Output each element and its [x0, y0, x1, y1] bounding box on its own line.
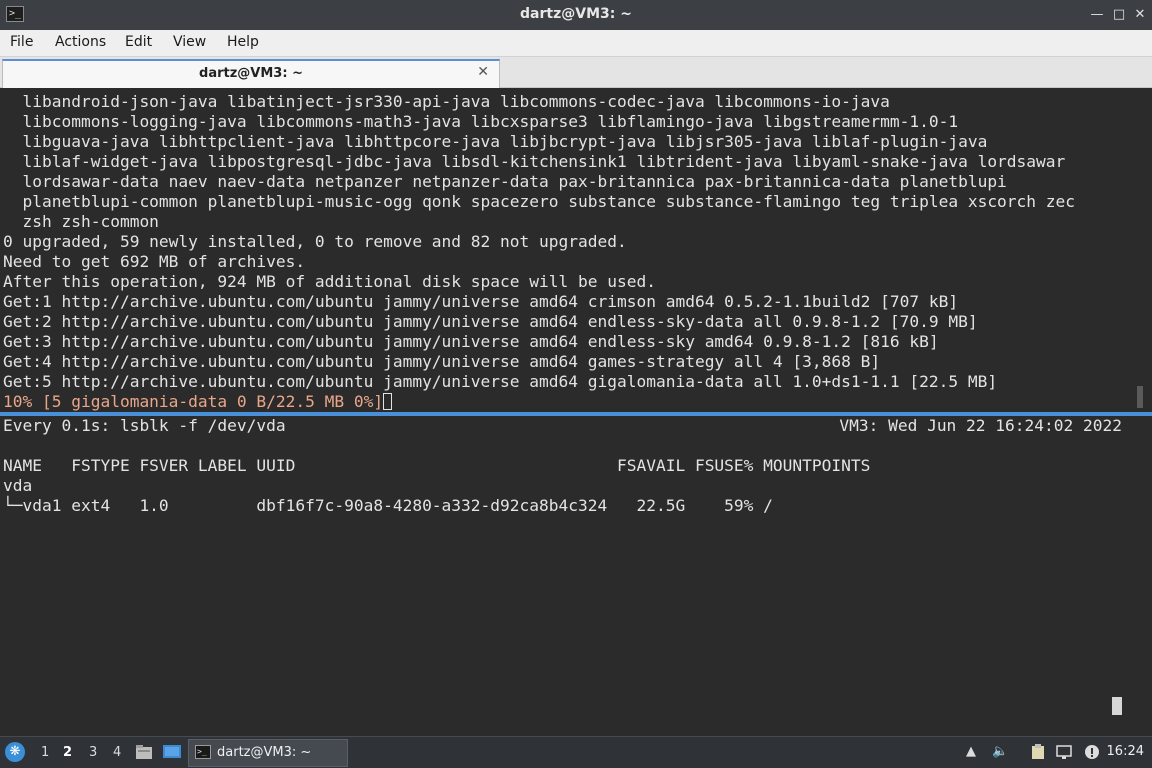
title-bar: >_ dartz@VM3: ~ — □ ✕ — [0, 0, 1152, 30]
terminal-line: Get:1 http://archive.ubuntu.com/ubuntu j… — [3, 292, 959, 311]
volume-icon[interactable]: 🔈 — [992, 744, 1008, 760]
tab-close-icon[interactable]: ✕ — [477, 64, 489, 80]
workspace-2[interactable]: 2 — [63, 745, 72, 760]
terminal-line: 0 upgraded, 59 newly installed, 0 to rem… — [3, 232, 627, 251]
menu-view[interactable]: View — [171, 34, 208, 50]
watch-command: Every 0.1s: lsblk -f /dev/vda — [3, 416, 286, 435]
menu-bar: File Actions Edit View Help — [0, 30, 1152, 57]
watch-host-time: VM3: Wed Jun 22 16:24:02 2022 — [839, 416, 1122, 435]
lsblk-row: vda — [3, 476, 33, 495]
lsblk-header: NAME FSTYPE FSVER LABEL UUID FSAVAIL FSU… — [3, 456, 871, 475]
menu-actions[interactable]: Actions — [53, 34, 108, 50]
tab-terminal[interactable]: dartz@VM3: ~ ✕ — [2, 59, 500, 88]
workspace-3[interactable]: 3 — [89, 745, 97, 760]
terminal-cursor — [383, 393, 393, 410]
menu-help[interactable]: Help — [225, 34, 261, 50]
terminal-cursor — [1112, 697, 1122, 715]
start-menu-icon[interactable]: ❋ — [5, 742, 25, 762]
terminal-line: After this operation, 924 MB of addition… — [3, 272, 656, 291]
menu-file[interactable]: File — [8, 34, 35, 50]
minimize-icon[interactable]: — — [1088, 6, 1106, 24]
upload-icon[interactable]: ▲ — [963, 744, 979, 760]
terminal-line: libandroid-json-java libatinject-jsr330-… — [3, 92, 890, 111]
terminal-line: Get:4 http://archive.ubuntu.com/ubuntu j… — [3, 352, 881, 371]
tab-label: dartz@VM3: ~ — [199, 66, 303, 81]
terminal-pane-bottom[interactable]: Every 0.1s: lsblk -f /dev/vda VM3: Wed J… — [0, 414, 1152, 736]
terminal-pane-top[interactable]: libandroid-json-java libatinject-jsr330-… — [0, 88, 1152, 412]
desktop-icon[interactable] — [163, 744, 181, 760]
taskbar: ❋ 1 2 3 4 >_ dartz@VM3: ~ ▲ 🔈 16:24 — [0, 736, 1152, 768]
terminal-line: libguava-java libhttpclient-java libhttp… — [3, 132, 988, 151]
terminal-line: planetblupi-common planetblupi-music-ogg… — [3, 192, 1076, 211]
taskbar-terminal-button[interactable]: >_ dartz@VM3: ~ — [188, 739, 348, 767]
terminal-line: Get:3 http://archive.ubuntu.com/ubuntu j… — [3, 332, 939, 351]
terminal-line: libcommons-logging-java libcommons-math3… — [3, 112, 959, 131]
tab-bar: dartz@VM3: ~ ✕ — [0, 57, 1152, 88]
window-title: dartz@VM3: ~ — [520, 6, 632, 22]
task-label: dartz@VM3: ~ — [217, 745, 312, 760]
terminal-line: Get:5 http://archive.ubuntu.com/ubuntu j… — [3, 372, 998, 391]
maximize-icon[interactable]: □ — [1110, 6, 1128, 24]
clock[interactable]: 16:24 — [1107, 744, 1144, 759]
network-icon[interactable] — [1056, 744, 1072, 760]
terminal-app-icon: >_ — [195, 745, 211, 759]
workspace-1[interactable]: 1 — [41, 745, 49, 760]
close-icon[interactable]: ✕ — [1131, 6, 1149, 24]
clipboard-icon[interactable] — [1030, 744, 1046, 760]
notification-icon[interactable] — [1084, 744, 1100, 760]
file-manager-icon[interactable] — [135, 744, 153, 760]
lsblk-row: └─vda1 ext4 1.0 dbf16f7c-90a8-4280-a332-… — [3, 496, 773, 515]
terminal-line: lordsawar-data naev naev-data netpanzer … — [3, 172, 1007, 191]
progress-line: 10% [5 gigalomania-data 0 B/22.5 MB 0%] — [3, 392, 393, 412]
workspace-4[interactable]: 4 — [113, 745, 121, 760]
terminal-line: Need to get 692 MB of archives. — [3, 252, 306, 271]
terminal-line: zsh zsh-common — [3, 212, 159, 231]
scrollbar-thumb[interactable] — [1137, 386, 1143, 408]
progress-text: 10% [5 gigalomania-data 0 B/22.5 MB 0%] — [3, 392, 384, 411]
terminal-line: Get:2 http://archive.ubuntu.com/ubuntu j… — [3, 312, 978, 331]
menu-edit[interactable]: Edit — [123, 34, 154, 50]
terminal-line: liblaf-widget-java libpostgresql-jdbc-ja… — [3, 152, 1066, 171]
